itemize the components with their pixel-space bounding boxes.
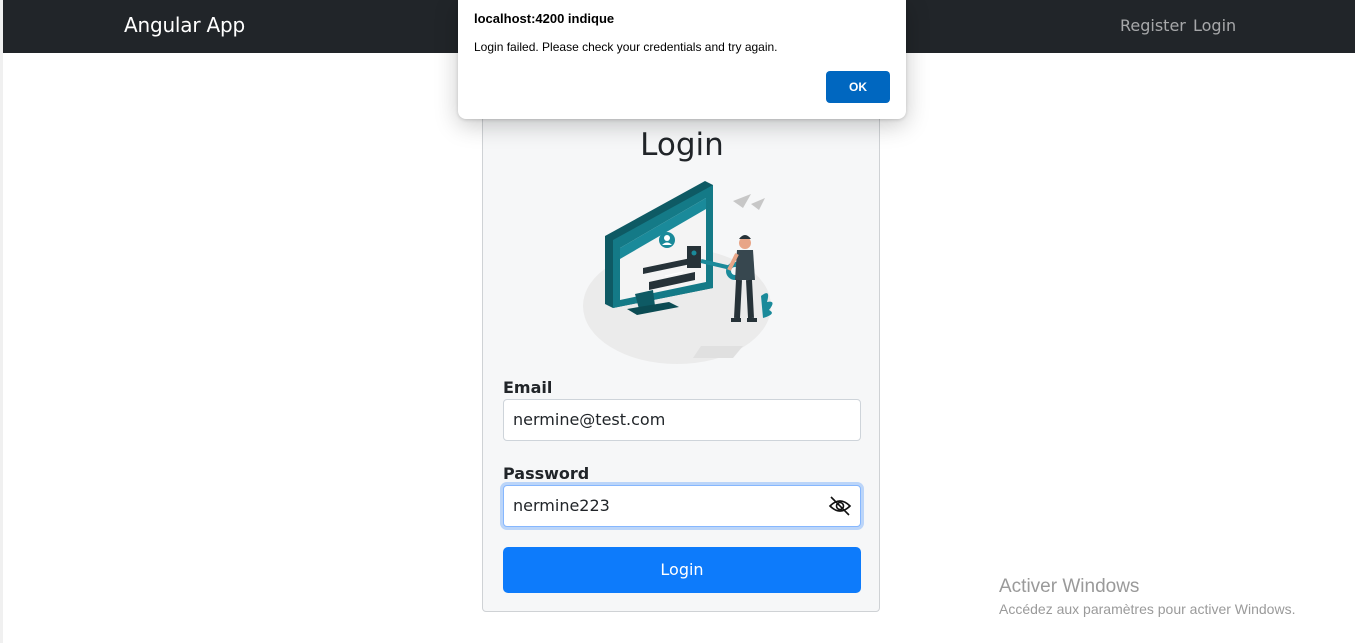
password-label: Password	[503, 464, 590, 483]
password-value: nermine223	[513, 496, 610, 515]
password-field[interactable]: nermine223	[503, 485, 861, 527]
eye-slash-icon[interactable]	[828, 495, 852, 517]
login-illustration	[583, 181, 773, 364]
email-label: Email	[503, 378, 553, 397]
page: Angular App Register Login Login Email n…	[0, 0, 1355, 643]
dialog-message: Login failed. Please check your credenti…	[474, 40, 778, 54]
nav-link-login[interactable]: Login	[1193, 16, 1236, 35]
alert-dialog: localhost:4200 indique Login failed. Ple…	[458, 0, 906, 119]
windows-activation-subtitle: Accédez aux paramètres pour activer Wind…	[999, 601, 1296, 617]
navbar-brand[interactable]: Angular App	[124, 13, 245, 37]
window-edge	[0, 0, 3, 643]
dialog-ok-button[interactable]: OK	[826, 71, 890, 103]
login-button[interactable]: Login	[503, 547, 861, 593]
email-field[interactable]: nermine@test.com	[503, 399, 861, 441]
dialog-title: localhost:4200 indique	[474, 11, 615, 26]
login-card: Login Email nermine@test.com Password ne…	[482, 100, 880, 612]
login-title: Login	[640, 127, 724, 163]
nav-link-register[interactable]: Register	[1120, 16, 1186, 35]
windows-activation-title: Activer Windows	[999, 576, 1140, 597]
